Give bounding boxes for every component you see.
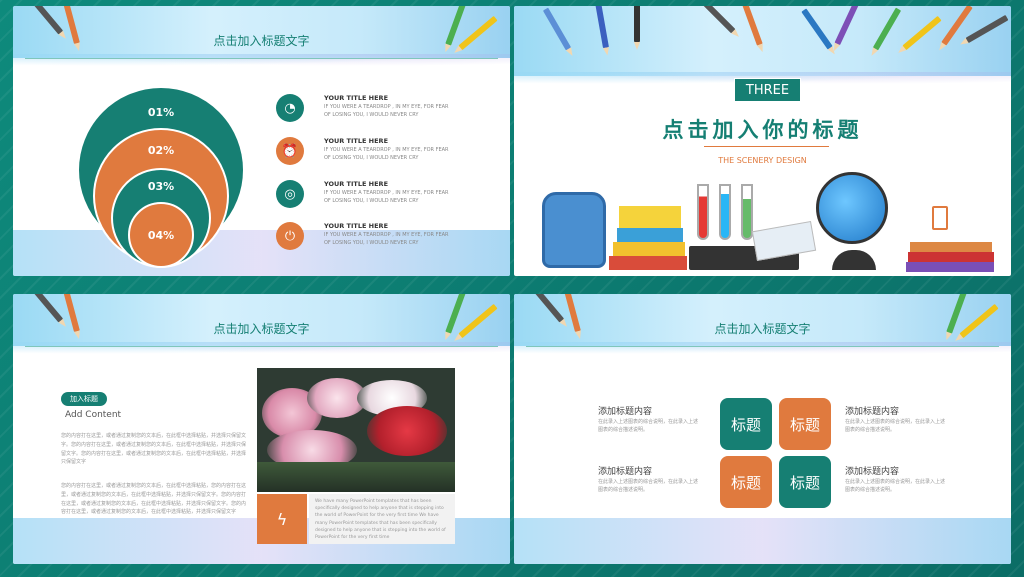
section-title: 点击加入你的标题 bbox=[662, 117, 863, 142]
info-box: We have many PowerPoint templates that h… bbox=[309, 494, 455, 544]
block-label: 添加标题内容 bbox=[598, 467, 653, 477]
block-label: 添加标题内容 bbox=[845, 467, 900, 477]
block-text: 在此录入上述图表的综合说明，在此录入上述图表的综合描述说明。 bbox=[598, 419, 699, 433]
feature-title: YOUR TITLE HERE bbox=[324, 180, 389, 188]
flower-photo bbox=[257, 368, 455, 492]
pencil-cup-icon bbox=[932, 206, 948, 230]
content-heading: Add Content bbox=[65, 410, 122, 420]
section-subtitle: THE SCENERY DESIGN bbox=[718, 156, 807, 165]
slide-title: 点击加入标题文字 bbox=[213, 34, 310, 48]
backpack-icon bbox=[542, 192, 606, 268]
block-label: 添加标题内容 bbox=[845, 407, 900, 417]
body-paragraph: 您的内容打在这里，或者通过复制您的文本后，在此框中选择粘贴，并选择只保留文字。您… bbox=[61, 433, 247, 466]
pencil-icon bbox=[634, 6, 640, 50]
alarm-clock-icon: ⏰ bbox=[276, 137, 304, 165]
circle-label: 04% bbox=[147, 228, 175, 242]
tile-title: 标题 bbox=[720, 398, 772, 450]
feature-text: IF YOU WERE A TEARDROP , IN MY EYE, FOR … bbox=[324, 147, 449, 161]
pie-chart-icon: ◔ bbox=[276, 94, 304, 122]
globe-icon bbox=[816, 172, 888, 244]
tile-title: 标题 bbox=[720, 456, 772, 508]
section-badge: THREE bbox=[734, 78, 801, 102]
block-text: 在此录入上述图表的综合说明，在此录入上述图表的综合描述说明。 bbox=[845, 479, 946, 493]
body-paragraph: 您的内容打在这里，或者通过复制您的文本后，在此框中选择粘贴，您的内容打在这里，或… bbox=[61, 483, 247, 516]
slide-3[interactable]: 点击加入标题文字 加入标题 Add Content 您的内容打在这里，或者通过复… bbox=[13, 294, 510, 564]
tile-title: 标题 bbox=[779, 398, 831, 450]
book-stack-icon bbox=[906, 232, 996, 272]
slide-2[interactable]: THREE 点击加入你的标题 THE SCENERY DESIGN bbox=[514, 6, 1011, 276]
block-label: 添加标题内容 bbox=[598, 407, 653, 417]
watercolor-footer bbox=[514, 518, 1011, 564]
feature-text: IF YOU WERE A TEARDROP , IN MY EYE, FOR … bbox=[324, 232, 449, 246]
title-divider bbox=[526, 346, 999, 347]
title-pill: 加入标题 bbox=[61, 392, 107, 406]
block-text: 在此录入上述图表的综合说明，在此录入上述图表的综合描述说明。 bbox=[845, 419, 946, 433]
slide-title: 点击加入标题文字 bbox=[714, 322, 811, 336]
plug-icon: ⏻ bbox=[276, 222, 304, 250]
title-divider bbox=[25, 346, 498, 347]
circle-04: 04% bbox=[128, 202, 194, 268]
globe-stand bbox=[832, 250, 876, 270]
feature-title: YOUR TITLE HERE bbox=[324, 94, 389, 102]
title-divider bbox=[25, 58, 498, 59]
tile-title: 标题 bbox=[779, 456, 831, 508]
slide-title: 点击加入标题文字 bbox=[213, 322, 310, 336]
block-text: 在此录入上述图表的综合说明，在此录入上述图表的综合描述说明。 bbox=[598, 479, 699, 493]
book-stack-icon bbox=[609, 202, 687, 270]
blueprint-icon bbox=[751, 221, 817, 261]
feature-title: YOUR TITLE HERE bbox=[324, 222, 389, 230]
test-tube-icon bbox=[719, 184, 731, 240]
title-underline bbox=[704, 146, 829, 147]
test-tube-icon bbox=[697, 184, 709, 240]
feature-text: IF YOU WERE A TEARDROP , IN MY EYE, FOR … bbox=[324, 104, 449, 118]
feature-text: IF YOU WERE A TEARDROP , IN MY EYE, FOR … bbox=[324, 190, 449, 204]
target-icon: ◎ bbox=[276, 180, 304, 208]
lightning-icon: ϟ bbox=[257, 494, 307, 544]
slide-4[interactable]: 点击加入标题文字 标题 标题 标题 标题 添加标题内容 在此录入上述图表的综合说… bbox=[514, 294, 1011, 564]
feature-title: YOUR TITLE HERE bbox=[324, 137, 389, 145]
slide-1[interactable]: 点击加入标题文字 01% 02% 03% 04% ◔ YOUR TITLE HE… bbox=[13, 6, 510, 276]
